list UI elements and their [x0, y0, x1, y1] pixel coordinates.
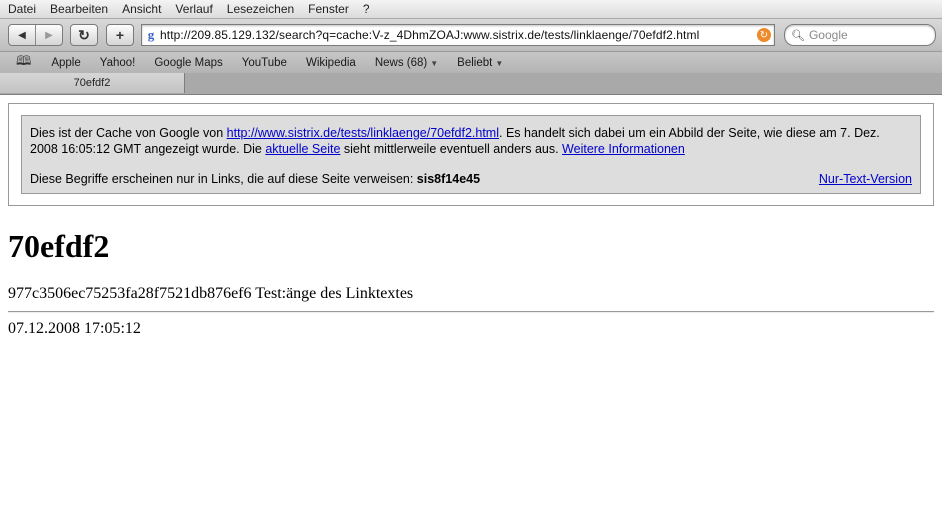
add-bookmark-button[interactable]: + [106, 24, 134, 46]
cache-terms-bold: sis8f14e45 [416, 172, 481, 186]
menu-bearbeiten[interactable]: Bearbeiten [43, 2, 115, 16]
search-icon: 🔍︎ [791, 29, 805, 42]
bookmark-news-folder[interactable]: News (68) ▼ [375, 57, 438, 69]
back-button[interactable]: ◀ [9, 25, 35, 45]
menu-ansicht[interactable]: Ansicht [115, 2, 168, 16]
menu-lesezeichen[interactable]: Lesezeichen [220, 2, 301, 16]
menu-datei[interactable]: Datei [0, 2, 43, 16]
menu-bar: Datei Bearbeiten Ansicht Verlauf Lesezei… [0, 0, 942, 19]
cache-terms-text: Diese Begriffe erscheinen nur in Links, … [30, 172, 417, 186]
bookmark-yahoo[interactable]: Yahoo! [100, 57, 136, 69]
bookmark-google-maps[interactable]: Google Maps [154, 57, 222, 69]
reload-icon: ↻ [78, 26, 90, 43]
tab-active[interactable]: 70efdf2 [0, 73, 185, 93]
google-favicon-icon: g [147, 27, 155, 42]
chevron-down-icon: ▼ [430, 58, 439, 68]
cache-after-text: sieht mittlerweile eventuell anders aus. [340, 142, 563, 156]
cache-header-box: Dies ist der Cache von Google von http:/… [21, 115, 921, 194]
menu-verlauf[interactable]: Verlauf [168, 2, 219, 16]
cache-description: Dies ist der Cache von Google von http:/… [30, 125, 910, 157]
tab-title: 70efdf2 [73, 77, 111, 89]
page-date: 07.12.2008 17:05:12 [8, 320, 141, 337]
address-bar[interactable]: g http://209.85.129.132/search?q=cache:V… [141, 24, 775, 46]
search-placeholder: Google [808, 28, 848, 42]
reload-button[interactable]: ↻ [70, 24, 98, 46]
page-heading: 70efdf2 [8, 228, 110, 264]
forward-arrow-icon: ▶ [45, 29, 53, 41]
more-info-link[interactable]: Weitere Informationen [562, 142, 685, 156]
bookmark-beliebt-label: Beliebt [457, 56, 493, 69]
bookmarks-bar: 🕮︎ Apple Yahoo! Google Maps YouTube Wiki… [0, 51, 942, 74]
tab-bar: 70efdf2 [0, 73, 942, 95]
page-text-line: 977c3506ec75253fa28f7521db876ef6 Test:än… [8, 285, 414, 302]
back-arrow-icon: ◀ [18, 29, 26, 41]
cache-source-link[interactable]: http://www.sistrix.de/tests/linklaenge/7… [227, 126, 499, 140]
bookmark-beliebt-folder[interactable]: Beliebt ▼ [457, 57, 503, 69]
back-forward-group: ◀ ▶ [8, 24, 63, 46]
menu-help[interactable]: ? [356, 2, 377, 16]
cache-intro-text: Dies ist der Cache von Google von [30, 126, 227, 140]
text-only-container: Nur-Text-Version [819, 171, 912, 187]
chevron-down-icon: ▼ [495, 58, 504, 68]
cache-header-frame: Dies ist der Cache von Google von http:/… [8, 103, 934, 206]
bookmark-wikipedia[interactable]: Wikipedia [306, 57, 356, 69]
plus-icon: + [115, 27, 125, 43]
bookmark-apple[interactable]: Apple [51, 57, 80, 69]
cache-terms: Diese Begriffe erscheinen nur in Links, … [30, 171, 480, 187]
browser-toolbar: ◀ ▶ ↻ + g http://209.85.129.132/search?q… [0, 19, 942, 51]
text-only-link[interactable]: Nur-Text-Version [819, 172, 912, 186]
url-text[interactable]: http://209.85.129.132/search?q=cache:V-z… [160, 28, 757, 42]
search-field[interactable]: 🔍︎ Google [784, 24, 936, 46]
forward-button[interactable]: ▶ [35, 25, 62, 45]
bookmark-news-label: News (68) [374, 56, 428, 69]
current-page-link[interactable]: aktuelle Seite [265, 142, 340, 156]
menu-fenster[interactable]: Fenster [301, 2, 356, 16]
bookmarks-book-icon[interactable]: 🕮︎ [16, 52, 31, 74]
bookmark-youtube[interactable]: YouTube [242, 57, 287, 69]
stop-loading-icon[interactable]: ↻ [757, 28, 771, 42]
horizontal-rule [8, 311, 934, 313]
